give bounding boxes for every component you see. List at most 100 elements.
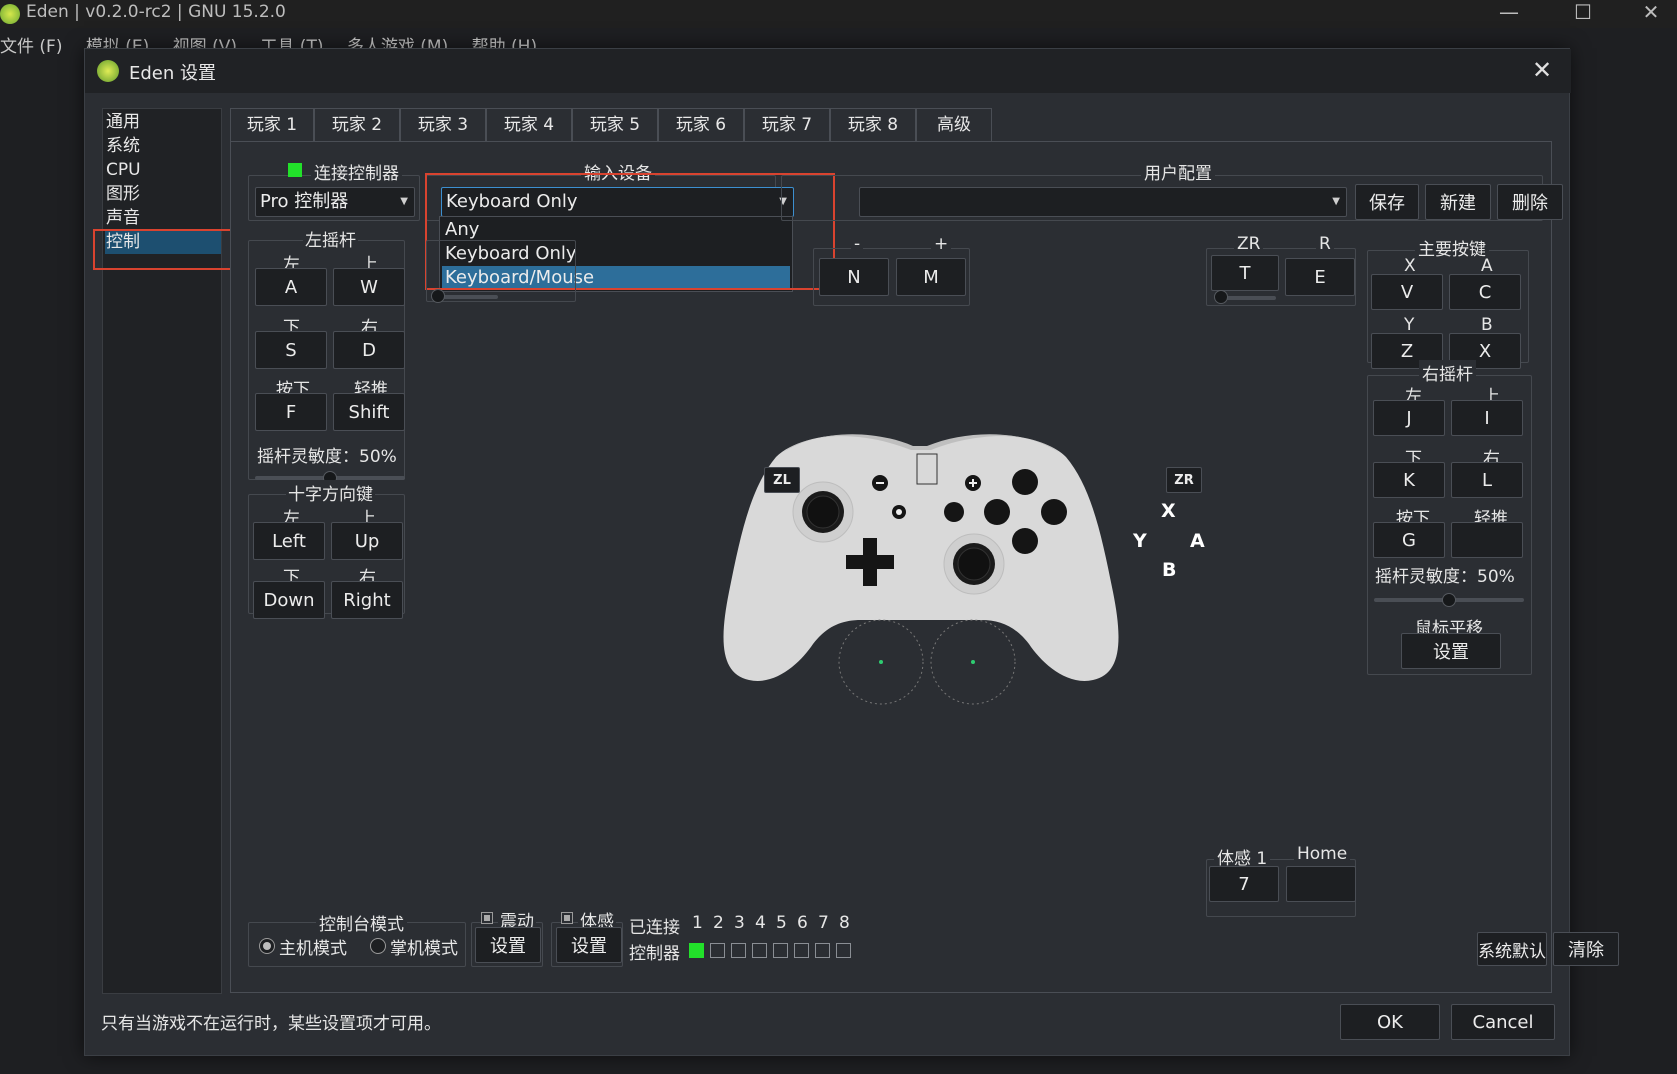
tab-advanced[interactable]: 高级 — [916, 108, 992, 142]
chevron-down-icon: ▼ — [400, 196, 408, 207]
left-stick-sensitivity-label: 摇杆灵敏度：50% — [257, 447, 397, 467]
x-button[interactable]: V — [1371, 274, 1443, 310]
connected-number-1: 1 — [692, 913, 703, 933]
right-stick-title: 右摇杆 — [1419, 360, 1476, 385]
left-stick-right-button[interactable]: D — [333, 331, 405, 369]
close-icon[interactable]: ✕ — [1527, 55, 1557, 85]
left-stick-title: 左摇杆 — [303, 226, 358, 251]
connect-checkbox[interactable] — [288, 163, 302, 177]
dialog-titlebar: Eden 设置 ✕ — [85, 49, 1571, 93]
tab-player-1[interactable]: 玩家 1 — [230, 108, 314, 144]
sidebar-item-audio[interactable]: 声音 — [105, 206, 221, 230]
right-stick-modifier-button[interactable] — [1451, 522, 1523, 558]
dpad-right-button[interactable]: Right — [331, 581, 403, 619]
controller-indicator-8 — [836, 943, 851, 958]
plus-label: + — [931, 234, 952, 254]
right-stick-sensitivity-handle[interactable] — [1442, 593, 1456, 607]
r-button[interactable]: E — [1285, 258, 1355, 296]
b-glyph: B — [1162, 559, 1177, 581]
y-label: Y — [1404, 315, 1415, 335]
right-stick-press-button[interactable]: G — [1373, 522, 1445, 558]
sidebar-item-system[interactable]: 系统 — [105, 134, 221, 158]
controller-indicator-3 — [731, 943, 746, 958]
right-stick-right-button[interactable]: L — [1451, 462, 1523, 498]
b-label: B — [1481, 315, 1493, 335]
tab-player-6[interactable]: 玩家 6 — [658, 108, 744, 142]
connected-number-3: 3 — [734, 913, 745, 933]
zr-button[interactable]: T — [1211, 255, 1279, 291]
docked-mode-radio[interactable] — [259, 938, 275, 954]
sidebar-item-graphics[interactable]: 图形 — [105, 182, 221, 206]
menu-file[interactable]: 文件 (F) — [0, 37, 62, 57]
cancel-button[interactable]: Cancel — [1451, 1004, 1555, 1040]
maximize-icon[interactable]: ☐ — [1568, 0, 1598, 26]
tab-player-7[interactable]: 玩家 7 — [744, 108, 830, 142]
motion-settings-button[interactable]: 设置 — [556, 927, 622, 963]
zl-button-icon: ZL — [764, 467, 800, 493]
motion-checkbox[interactable] — [561, 912, 573, 924]
controller-type-select[interactable]: Pro 控制器 ▼ — [255, 187, 415, 217]
connected-number-7: 7 — [818, 913, 829, 933]
clear-button[interactable]: 清除 — [1553, 932, 1619, 966]
controller-label: 控制器 — [629, 944, 680, 964]
handheld-mode-radio[interactable] — [370, 938, 386, 954]
tab-player-3[interactable]: 玩家 3 — [400, 108, 486, 142]
controller-indicator-1 — [689, 943, 704, 958]
plus-button[interactable]: M — [896, 258, 966, 296]
left-shoulder-group — [426, 240, 576, 302]
left-stick-modifier-button[interactable]: Shift — [333, 393, 405, 431]
a-button[interactable]: C — [1449, 274, 1521, 310]
minimize-icon[interactable]: — — [1494, 0, 1524, 26]
left-stick-up-button[interactable]: W — [333, 268, 405, 306]
minus-button[interactable]: N — [819, 258, 889, 296]
sidebar-item-general[interactable]: 通用 — [105, 110, 221, 134]
x-label: X — [1404, 256, 1416, 276]
profile-label: 用户配置 — [1141, 159, 1215, 184]
tab-player-5[interactable]: 玩家 5 — [572, 108, 658, 142]
vibration-settings-button[interactable]: 设置 — [475, 927, 541, 963]
vibration-checkbox[interactable] — [481, 912, 493, 924]
home-button[interactable] — [1286, 866, 1356, 902]
app-logo-icon — [97, 60, 119, 82]
left-stick-down-button[interactable]: S — [255, 331, 327, 369]
right-stick-down-button[interactable]: K — [1373, 462, 1445, 498]
sidebar-item-cpu[interactable]: CPU — [105, 158, 221, 182]
zr-button-icon: ZR — [1166, 467, 1202, 493]
mouse-pan-button[interactable]: 设置 — [1401, 633, 1501, 669]
controller-indicator-2 — [710, 943, 725, 958]
save-profile-button[interactable]: 保存 — [1355, 184, 1419, 220]
delete-profile-button[interactable]: 删除 — [1497, 184, 1563, 220]
chevron-down-icon: ▼ — [1332, 196, 1340, 207]
new-profile-button[interactable]: 新建 — [1425, 184, 1491, 220]
dpad-down-button[interactable]: Down — [253, 581, 325, 619]
app-logo-icon — [0, 4, 20, 24]
home-label: Home — [1294, 844, 1351, 864]
left-stick-left-button[interactable]: A — [255, 268, 327, 306]
profile-select[interactable]: ▼ — [859, 187, 1347, 217]
a-glyph: A — [1190, 530, 1205, 552]
zr-threshold-handle[interactable] — [1214, 290, 1228, 304]
ok-button[interactable]: OK — [1340, 1004, 1440, 1040]
controls-panel: 连接控制器 Pro 控制器 ▼ 输入设备 Keyboard Only ▼ Any K… — [230, 141, 1619, 993]
connect-label: 连接控制器 — [311, 159, 402, 184]
controller-indicator-4 — [752, 943, 767, 958]
close-window-icon[interactable]: ✕ — [1636, 0, 1666, 26]
right-stick-up-button[interactable]: I — [1451, 400, 1523, 436]
tab-player-8[interactable]: 玩家 8 — [830, 108, 916, 142]
x-glyph: X — [1161, 500, 1176, 522]
dpad-left-button[interactable]: Left — [253, 522, 325, 560]
right-stick-left-button[interactable]: J — [1373, 400, 1445, 436]
tab-player-2[interactable]: 玩家 2 — [314, 108, 400, 142]
left-stick-press-button[interactable]: F — [255, 393, 327, 431]
highlight-box — [93, 229, 250, 270]
a-label: A — [1481, 256, 1493, 276]
tab-player-4[interactable]: 玩家 4 — [486, 108, 572, 142]
connected-number-8: 8 — [839, 913, 850, 933]
dpad-up-button[interactable]: Up — [331, 522, 403, 560]
motion-1-button[interactable]: 7 — [1209, 866, 1279, 902]
zl-threshold-handle[interactable] — [431, 289, 445, 303]
controller-type-value: Pro 控制器 — [260, 191, 349, 212]
window-titlebar: Eden | v0.2.0-rc2 | GNU 15.2.0 — ☐ ✕ — [0, 0, 1677, 28]
minus-label: - — [851, 234, 864, 254]
system-defaults-button[interactable]: 系统默认 — [1477, 932, 1547, 966]
